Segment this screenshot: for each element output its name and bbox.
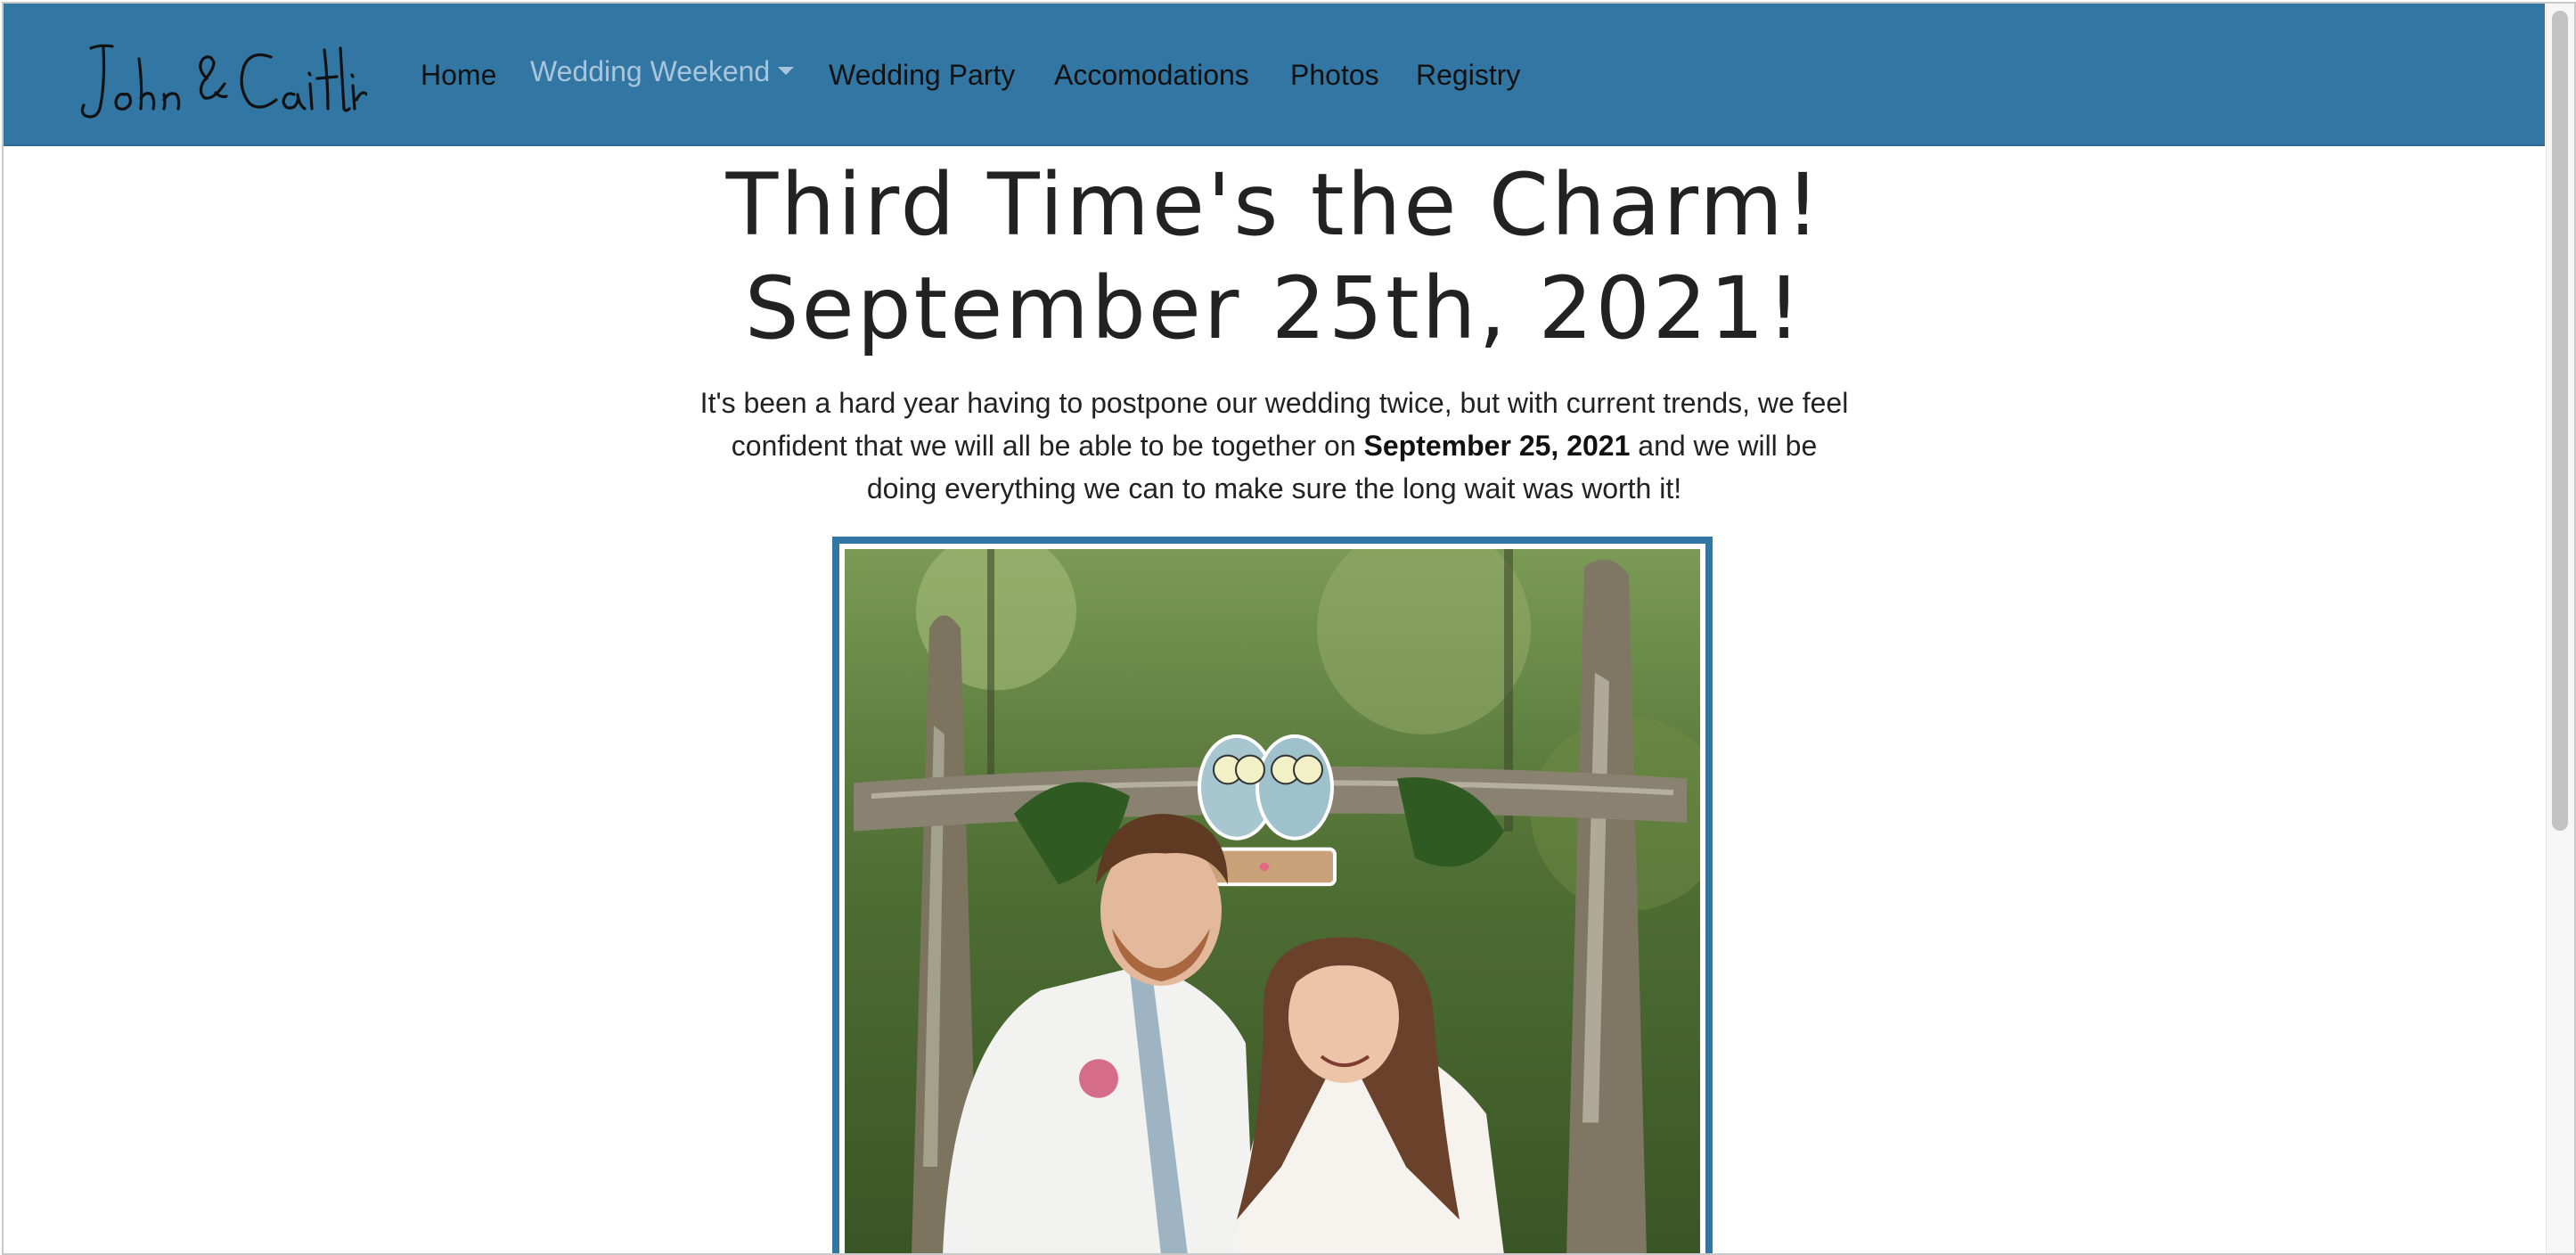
- page-scrollbar-thumb[interactable]: [2552, 11, 2568, 831]
- page-scrollbar[interactable]: [2546, 4, 2574, 1253]
- dropdown-caret-icon: [778, 67, 795, 76]
- page-title-line-1: Third Time's the Charm!: [725, 155, 1823, 255]
- nav-item-photos[interactable]: Photos: [1290, 57, 1379, 93]
- couple-photo: [845, 549, 1700, 1253]
- nav-item-home[interactable]: Home: [421, 57, 496, 93]
- top-navbar: Home Wedding Weekend Wedding Party Accom…: [4, 4, 2545, 146]
- intro-date-bold: September 25, 2021: [1363, 430, 1631, 462]
- nav-item-wedding-weekend[interactable]: Wedding Weekend: [530, 53, 795, 89]
- nav-item-accomodations[interactable]: Accomodations: [1054, 57, 1249, 93]
- brand-logo[interactable]: [73, 23, 369, 130]
- page-title: Third Time's the Charm! September 25th, …: [4, 153, 2545, 360]
- page-title-line-2: September 25th, 2021!: [744, 258, 1804, 358]
- brand-logo-script: [80, 44, 369, 119]
- intro-paragraph: It's been a hard year having to postpone…: [699, 381, 1850, 510]
- nav-item-wedding-party[interactable]: Wedding Party: [829, 57, 1015, 93]
- browser-window: Home Wedding Weekend Wedding Party Accom…: [2, 2, 2576, 1255]
- couple-photo-frame: [832, 537, 1713, 1253]
- nav-item-registry[interactable]: Registry: [1416, 57, 1520, 93]
- nav-item-wedding-weekend-label: Wedding Weekend: [530, 55, 771, 87]
